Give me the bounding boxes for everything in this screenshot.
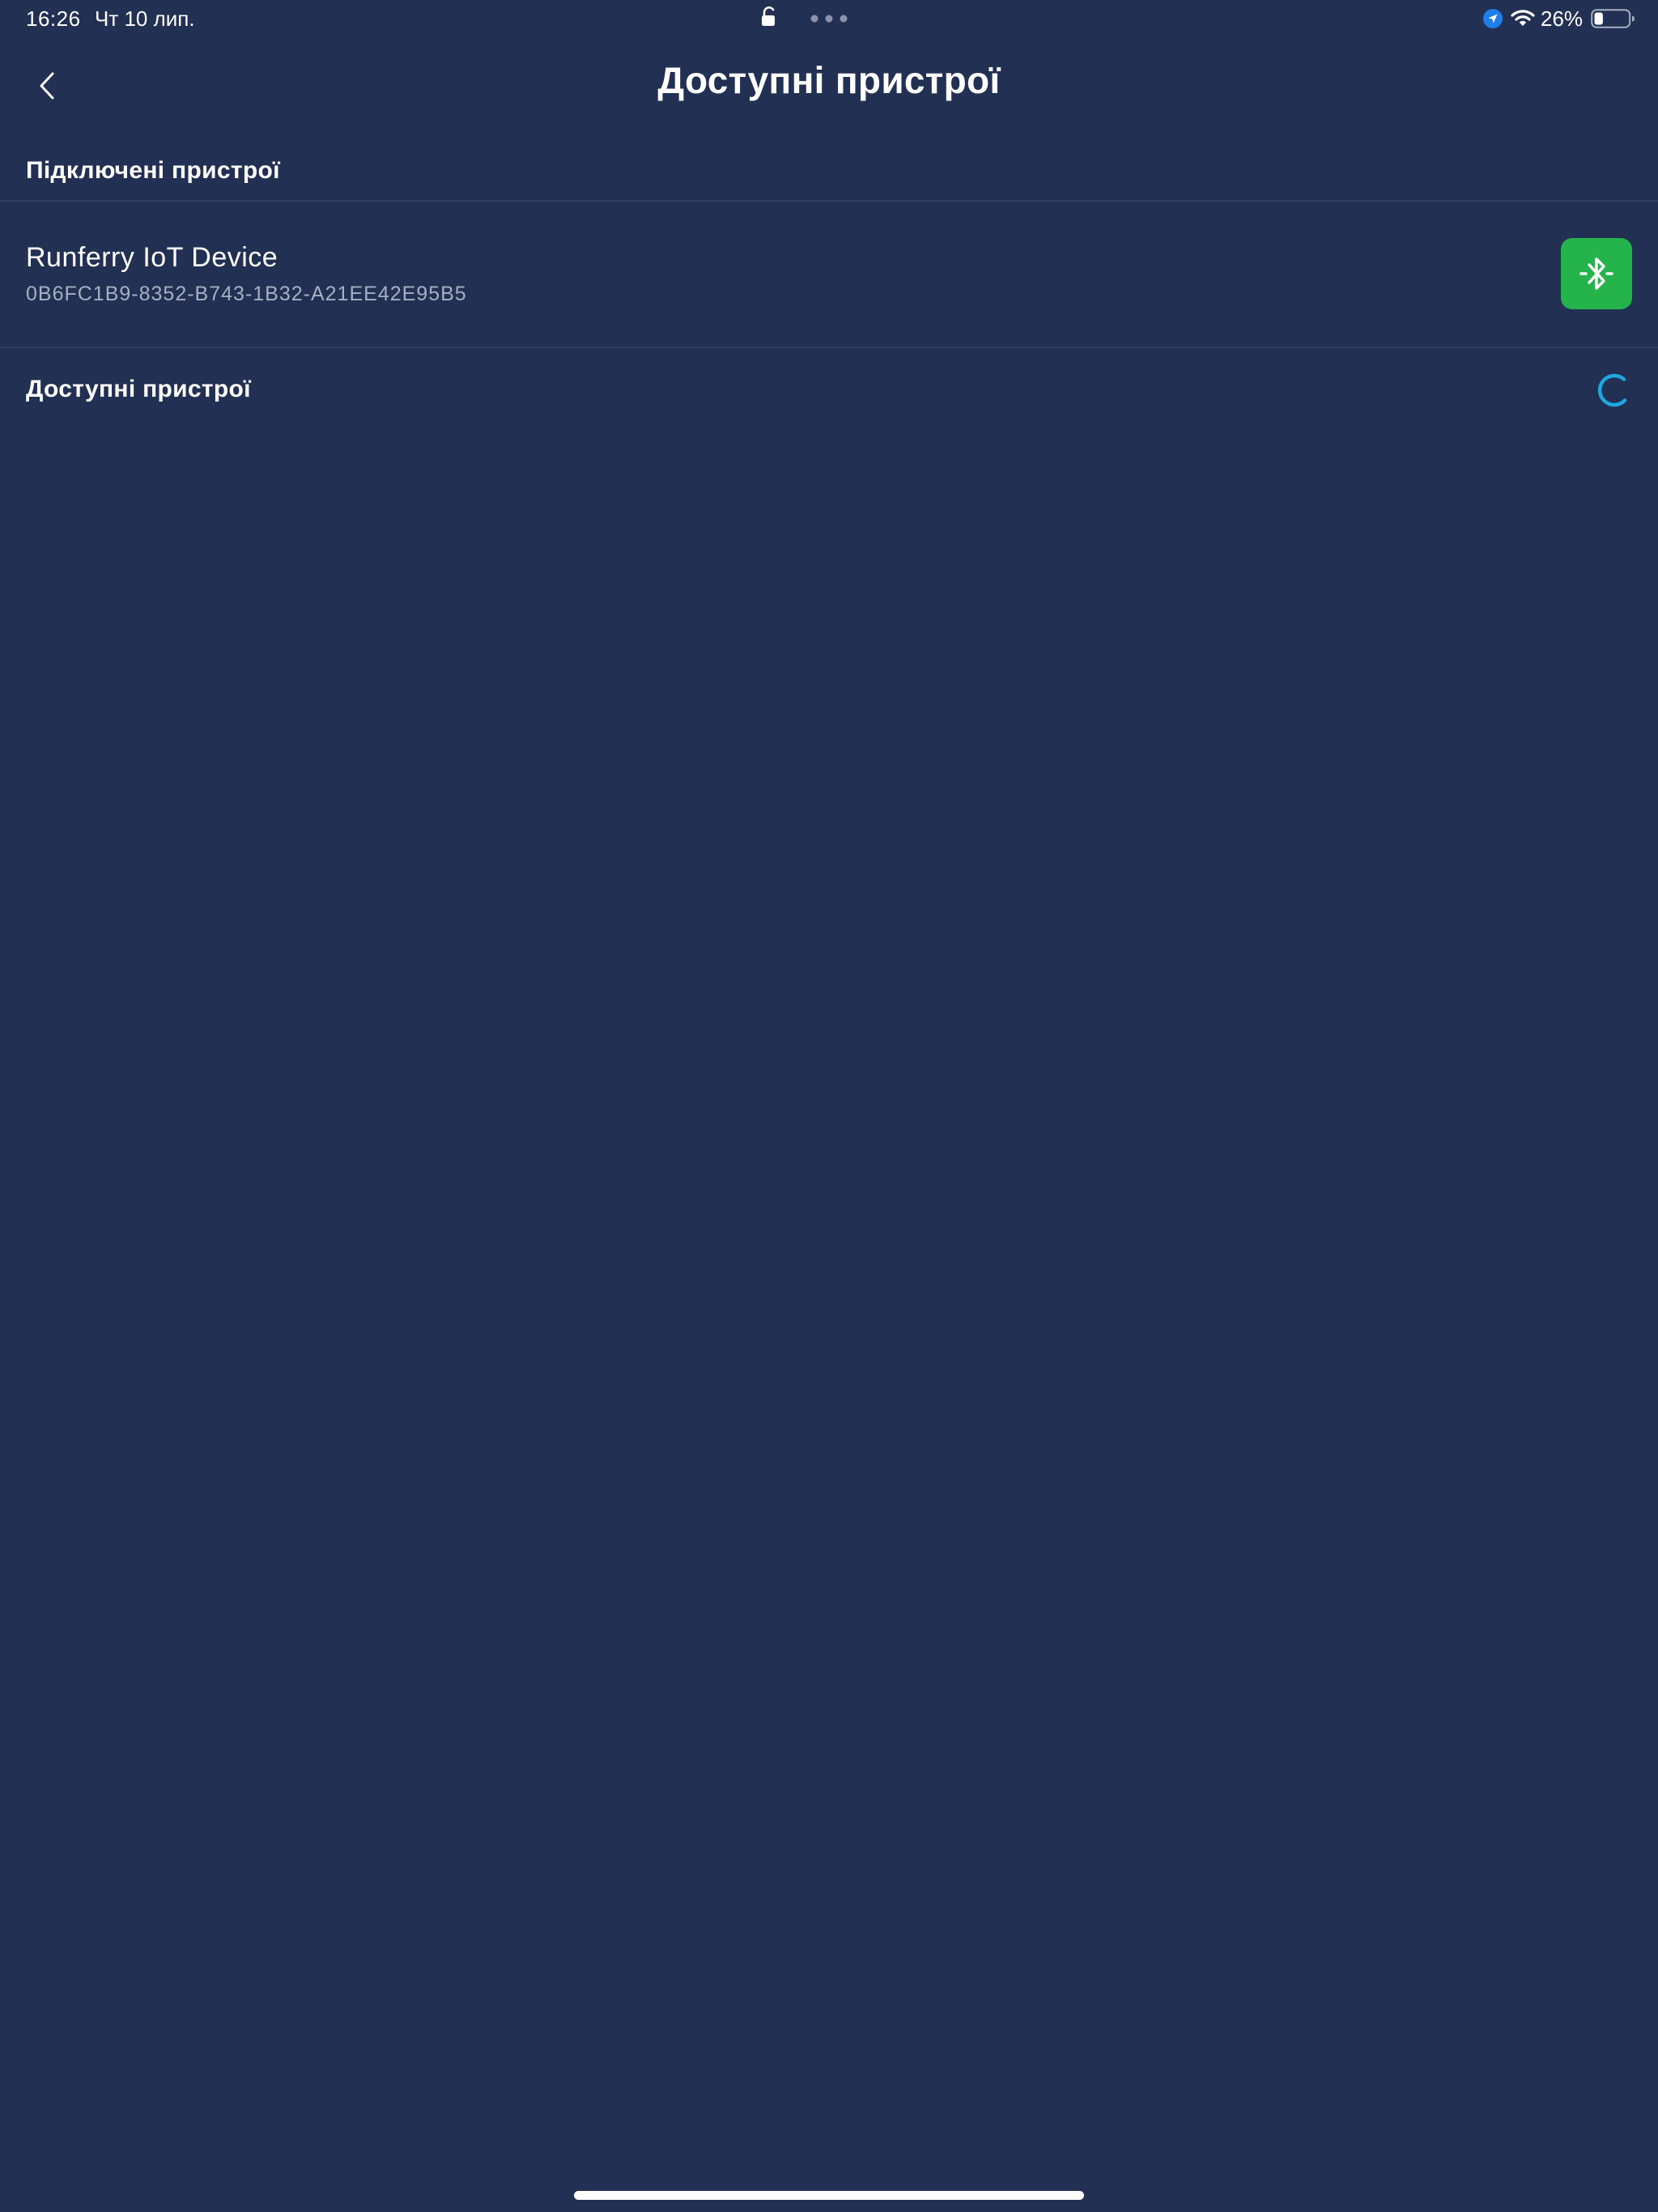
bluetooth-button[interactable]	[1561, 238, 1632, 309]
more-dots-icon[interactable]	[810, 15, 848, 23]
battery-percent: 26%	[1541, 6, 1584, 31]
status-date: Чт 10 лип.	[95, 6, 195, 31]
page-title: Доступні пристрої	[657, 59, 1001, 101]
status-time: 16:26	[26, 6, 81, 31]
section-title-connected: Підключені пристрої	[26, 157, 280, 184]
device-name: Runferry IoT Device	[26, 242, 278, 273]
section-title-available: Доступні пристрої	[26, 376, 251, 402]
location-icon	[1483, 9, 1503, 28]
screen: 16:26 Чт 10 лип. 26% Доступні пристрої П…	[0, 0, 1658, 2212]
status-bar: 16:26 Чт 10 лип. 26%	[0, 0, 1658, 39]
spinner-icon	[1597, 373, 1627, 407]
home-indicator[interactable]	[574, 2191, 1084, 2200]
divider	[0, 347, 1658, 348]
device-id: 0B6FC1B9-8352-B743-1B32-A21EE42E95B5	[26, 283, 467, 305]
wifi-icon	[1511, 10, 1535, 26]
bluetooth-icon	[1579, 257, 1613, 290]
device-row[interactable]: Runferry IoT Device 0B6FC1B9-8352-B743-1…	[0, 202, 1658, 347]
battery-icon	[1591, 9, 1635, 28]
lock-icon	[762, 6, 775, 26]
